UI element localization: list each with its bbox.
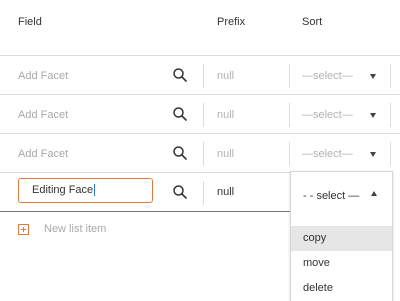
column-divider — [390, 142, 391, 166]
prefix-value[interactable]: null — [217, 70, 234, 82]
chevron-down-icon[interactable] — [370, 74, 376, 79]
sort-select[interactable]: —select— — [302, 70, 353, 82]
sort-select[interactable]: —select— — [302, 148, 353, 160]
sort-selected-value[interactable]: - - select — — [303, 190, 359, 202]
new-list-item-label[interactable]: New list item — [44, 223, 106, 235]
search-icon[interactable] — [172, 145, 188, 161]
sort-dropdown[interactable]: - - select — copy move delete — [290, 171, 393, 301]
prefix-value[interactable]: null — [217, 109, 234, 121]
sort-select[interactable]: —select— — [302, 109, 353, 121]
plus-square-icon[interactable] — [18, 224, 29, 235]
active-row-underline — [0, 211, 290, 212]
text-cursor — [94, 184, 96, 197]
column-divider — [289, 142, 290, 166]
column-header-sort: Sort — [302, 16, 323, 28]
column-divider — [203, 181, 204, 205]
add-facet-field[interactable]: Add Facet — [18, 70, 68, 82]
facet-field-value: Editing Face — [32, 184, 94, 196]
add-facet-field[interactable]: Add Facet — [18, 148, 68, 160]
chevron-down-icon[interactable] — [370, 113, 376, 118]
column-divider — [289, 64, 290, 88]
column-divider — [203, 103, 204, 127]
facet-row: Add Facet null —select— — [0, 95, 400, 134]
column-divider — [390, 103, 391, 127]
row-divider — [0, 172, 290, 173]
prefix-value[interactable]: null — [217, 186, 234, 198]
prefix-value[interactable]: null — [217, 148, 234, 160]
column-divider — [203, 64, 204, 88]
column-divider — [289, 103, 290, 127]
facet-field-input[interactable]: Editing Face — [18, 178, 153, 203]
column-divider — [203, 142, 204, 166]
column-header-field: Field — [18, 16, 42, 28]
column-header-prefix: Prefix — [217, 16, 246, 28]
column-divider — [390, 64, 391, 88]
search-icon[interactable] — [172, 106, 188, 122]
sort-option-move[interactable]: move — [291, 251, 392, 276]
add-facet-field[interactable]: Add Facet — [18, 109, 68, 121]
facet-row: Add Facet null —select— — [0, 134, 400, 173]
facet-row: Add Facet null —select— — [0, 56, 400, 95]
chevron-down-icon[interactable] — [370, 152, 376, 157]
search-icon[interactable] — [172, 67, 188, 83]
sort-option-delete[interactable]: delete — [291, 276, 392, 301]
search-icon[interactable] — [172, 184, 188, 200]
chevron-up-icon[interactable] — [371, 191, 377, 196]
sort-option-copy[interactable]: copy — [291, 226, 392, 251]
